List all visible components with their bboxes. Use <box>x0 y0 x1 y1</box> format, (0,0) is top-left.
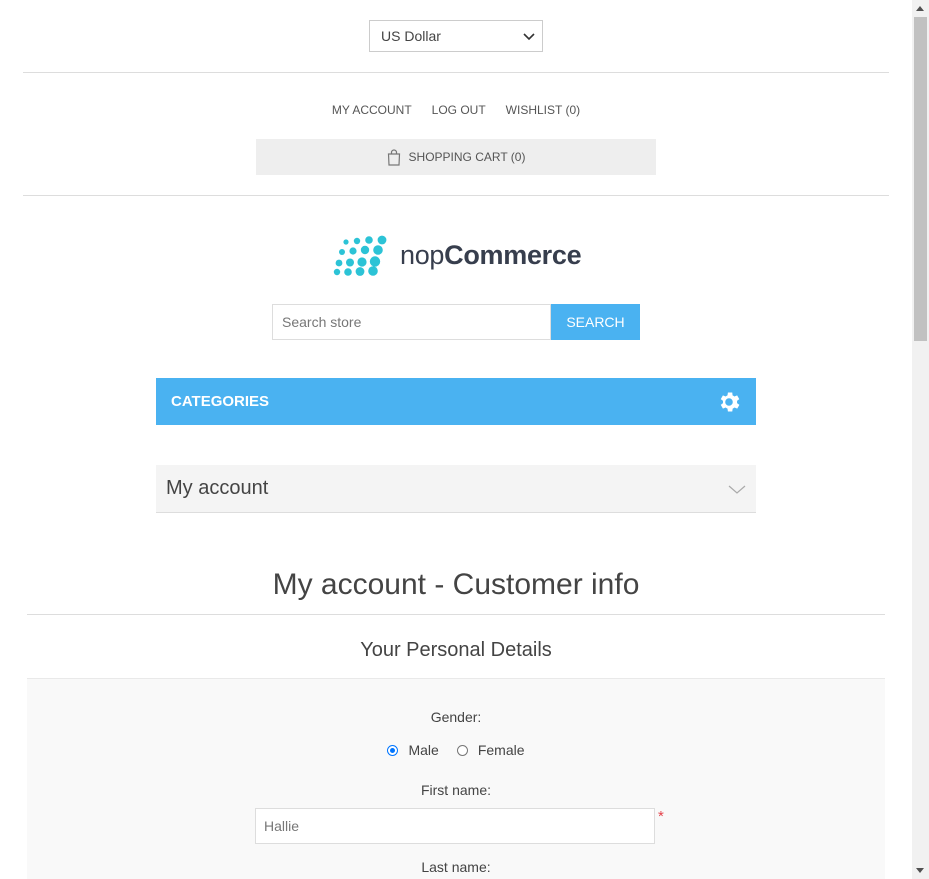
chevron-down-icon <box>728 485 746 494</box>
first-name-field[interactable] <box>255 808 655 844</box>
search-button[interactable]: Search <box>551 304 640 340</box>
page-scrollbar[interactable] <box>912 0 929 879</box>
gender-female-option[interactable]: Female <box>456 742 525 758</box>
shopping-cart-label: Shopping cart (0) <box>408 150 526 164</box>
gender-female-radio[interactable] <box>456 744 468 756</box>
page: US Dollar My account Log out Wishlist (0… <box>0 0 912 879</box>
gender-male-option[interactable]: Male <box>387 742 439 758</box>
nopcommerce-logo[interactable]: nopCommerce <box>333 234 582 276</box>
last-name-label: Last name: <box>421 859 491 875</box>
header-links: My account Log out Wishlist (0) <box>0 103 912 117</box>
my-account-menu-toggle[interactable]: My account <box>156 465 756 513</box>
section-title: Your Personal Details <box>360 639 552 661</box>
my-account-menu-label: My account <box>166 477 269 499</box>
logo-text-suffix: Commerce <box>444 239 582 270</box>
currency-select-value: US Dollar <box>381 28 441 44</box>
gender-radio-group: Male Female <box>0 742 912 758</box>
gear-icon <box>720 392 740 412</box>
first-name-label: First name: <box>420 782 491 798</box>
scrollbar-thumb[interactable] <box>914 17 927 341</box>
gender-female-label: Female <box>477 742 525 758</box>
shopping-bag-icon <box>387 148 400 166</box>
header-divider-lower <box>23 195 889 196</box>
categories-menu-toggle[interactable]: Categories <box>156 378 756 425</box>
scroll-down-arrow-icon[interactable] <box>916 868 924 873</box>
logo-dots-icon <box>333 235 387 276</box>
required-marker: * <box>658 808 664 825</box>
page-title: My account - Customer info <box>272 568 640 601</box>
gender-male-radio[interactable] <box>387 744 399 756</box>
header-divider <box>23 72 889 73</box>
gender-male-label: Male <box>408 742 439 758</box>
log-out-link[interactable]: Log out <box>432 103 486 117</box>
chevron-down-icon <box>523 33 535 41</box>
shopping-cart-link[interactable]: Shopping cart (0) <box>256 139 656 175</box>
search-input[interactable] <box>272 304 551 340</box>
logo-text: nopCommerce <box>400 239 582 271</box>
scroll-up-arrow-icon[interactable] <box>916 6 924 11</box>
currency-select[interactable]: US Dollar <box>369 20 543 52</box>
title-divider <box>27 614 885 615</box>
my-account-link[interactable]: My account <box>332 103 412 117</box>
categories-label: Categories <box>171 393 270 410</box>
wishlist-link[interactable]: Wishlist (0) <box>506 103 580 117</box>
gender-label: Gender: <box>430 709 482 725</box>
logo-text-prefix: nop <box>400 239 445 270</box>
